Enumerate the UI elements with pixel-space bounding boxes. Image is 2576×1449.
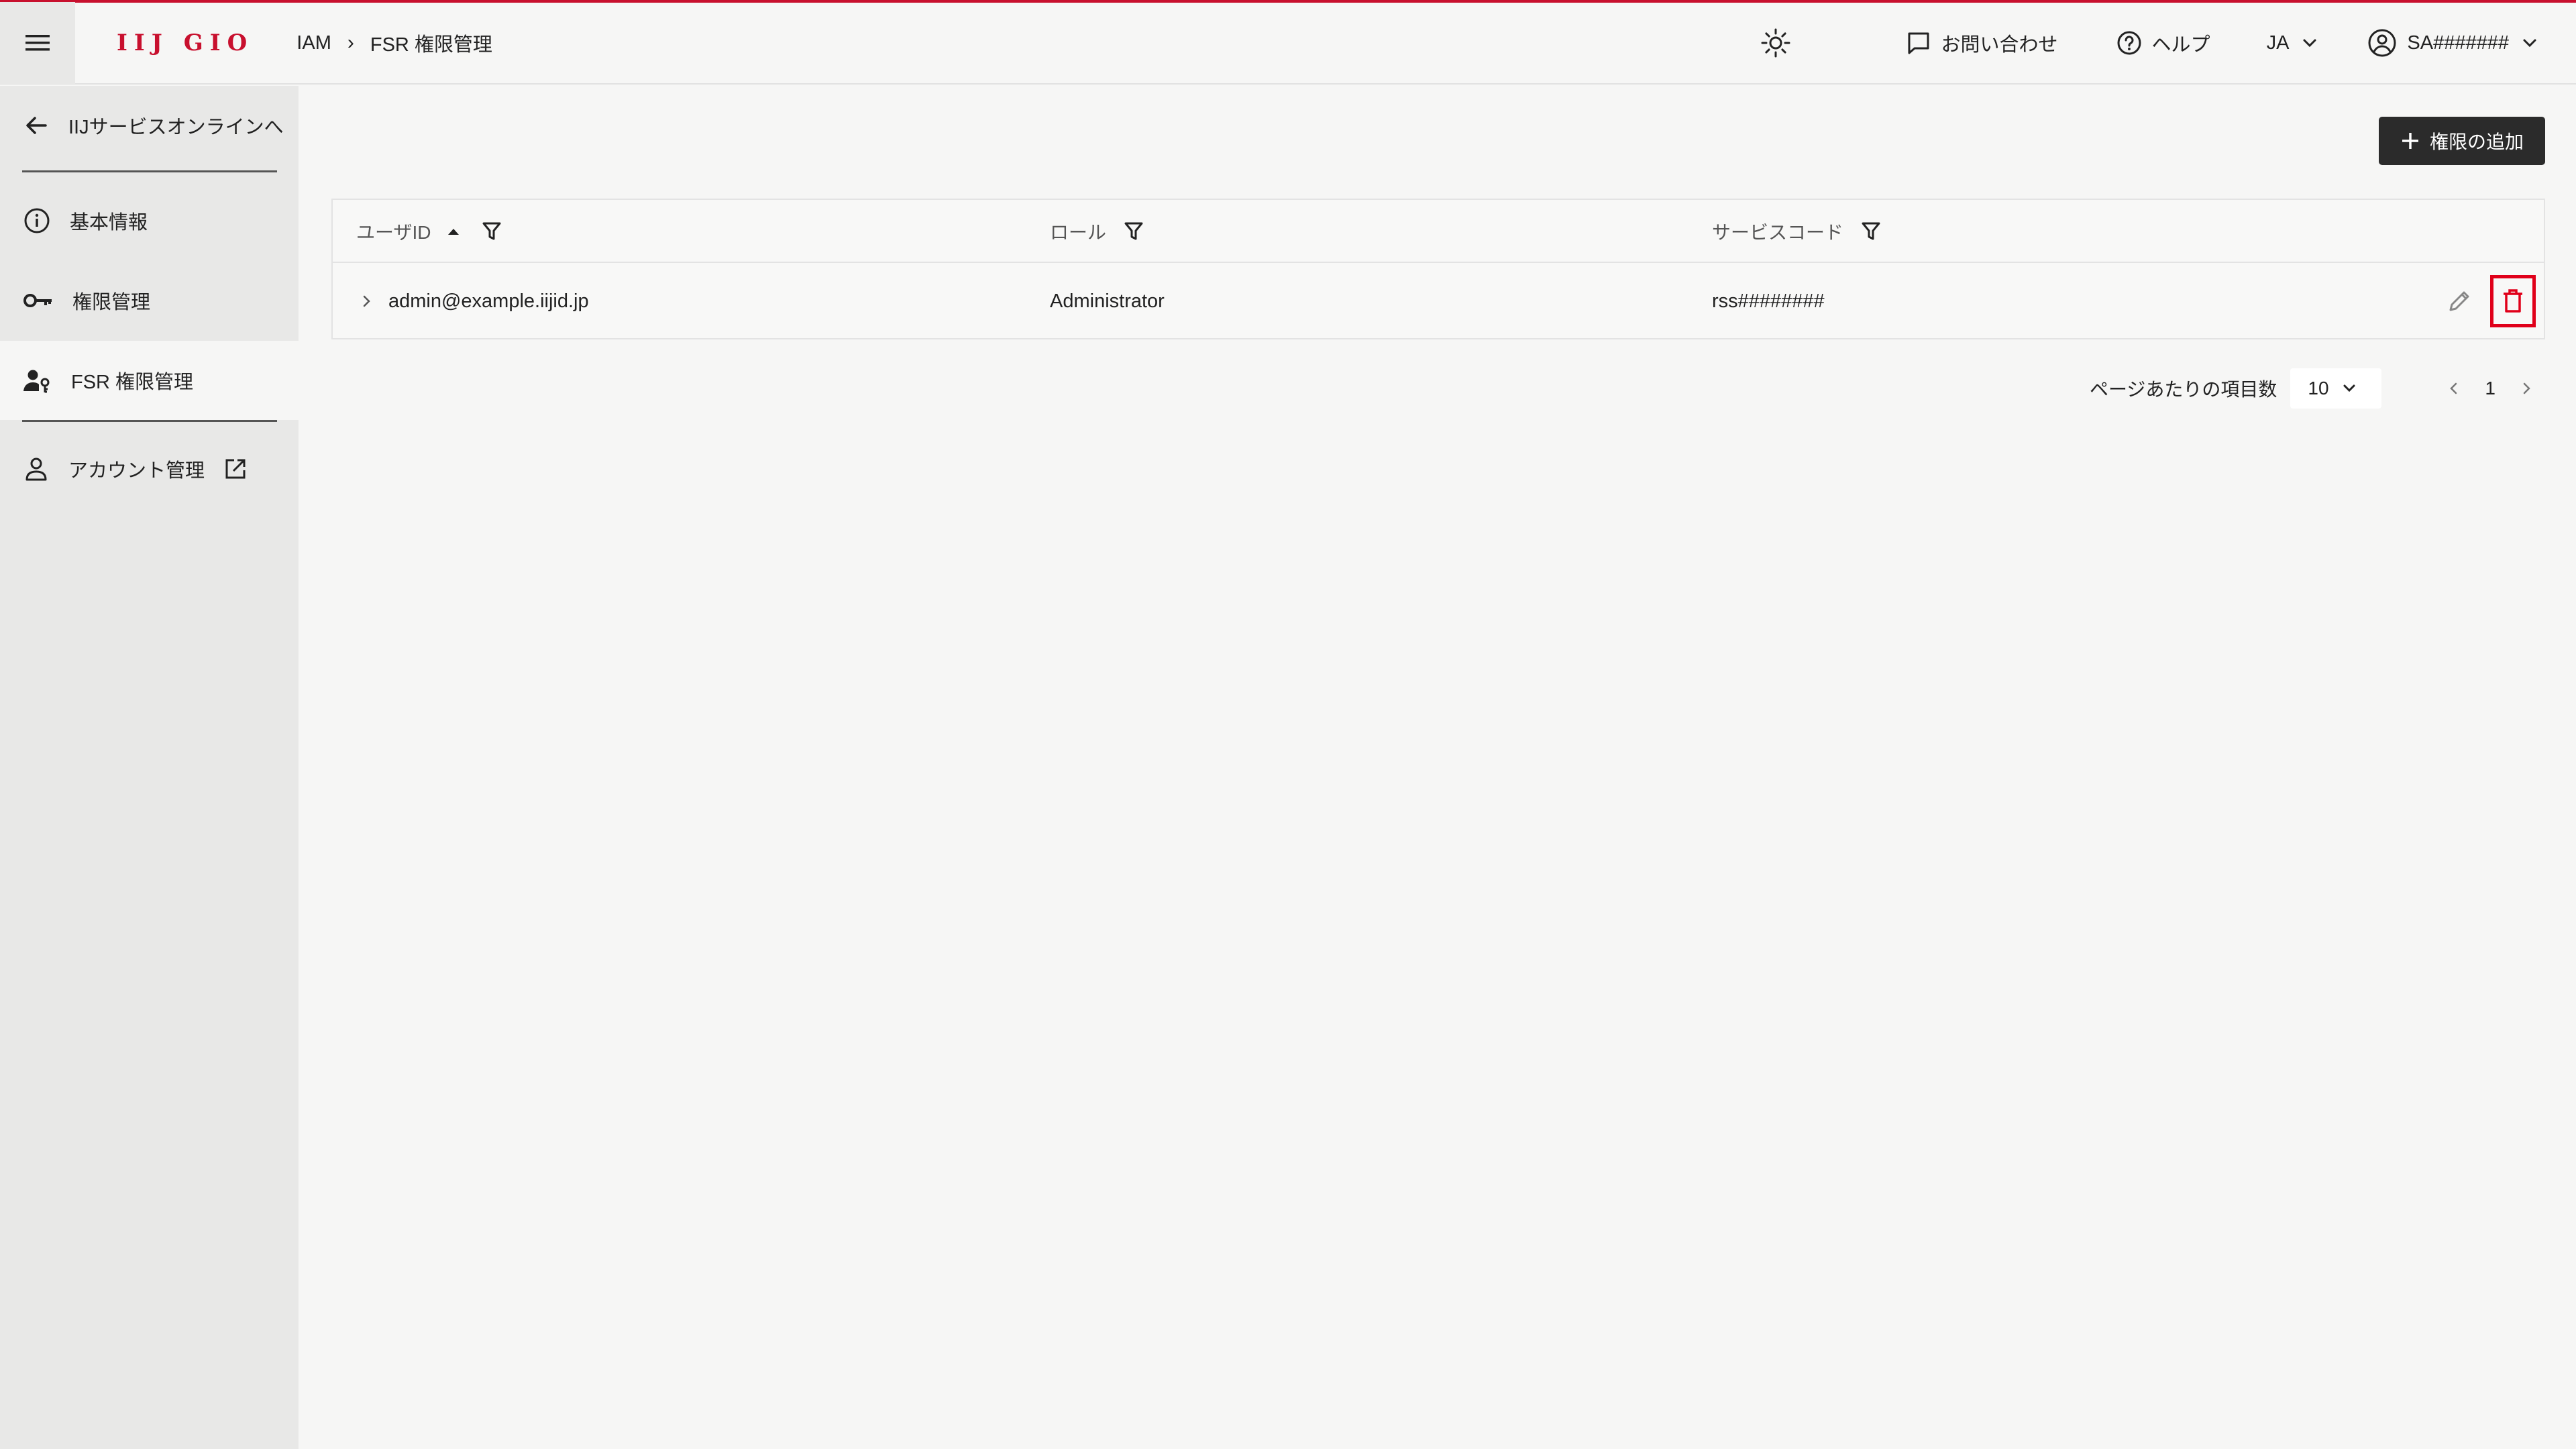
filter-icon[interactable] [1124, 221, 1144, 242]
pagination: ページあたりの項目数 10 1 [299, 366, 2545, 411]
help-icon [2117, 31, 2141, 55]
sidebar-item-label: 権限管理 [72, 292, 151, 313]
sidebar-item-basic-info[interactable]: 基本情報 [0, 181, 299, 260]
next-page-button[interactable] [2508, 370, 2545, 407]
column-role[interactable]: ロール [1050, 200, 1144, 263]
breadcrumb-iam[interactable]: IAM [297, 32, 331, 54]
menu-button[interactable] [0, 2, 75, 84]
hamburger-icon [25, 35, 50, 51]
chevron-down-icon [2303, 39, 2316, 48]
chevron-down-icon [2523, 39, 2536, 48]
service-code-value: rss######## [1712, 290, 1825, 312]
iij-gio-logo[interactable]: IIJ GIO [117, 30, 254, 56]
trash-icon [2504, 289, 2522, 313]
sidebar: IIJサービスオンラインへ 基本情報 権限管理 FSR 権限管理 アカウント管理 [0, 86, 299, 1449]
key-icon [23, 294, 52, 307]
main-content: 権限の追加 ユーザID ロール サービスコード admin@example.ii… [299, 86, 2576, 1449]
sidebar-back-label: IIJサービスオンラインへ [68, 117, 284, 138]
cell-role: Administrator [1050, 263, 1165, 339]
breadcrumb-current: FSR 権限管理 [370, 34, 492, 56]
language-select[interactable]: JA [2267, 32, 2319, 54]
column-service-code[interactable]: サービスコード [1712, 200, 1881, 263]
person-icon [25, 458, 47, 481]
breadcrumb: IAM › FSR 権限管理 [297, 29, 492, 57]
role-value: Administrator [1050, 290, 1165, 312]
contact-label: お問い合わせ [1941, 34, 2058, 56]
user-id-value: admin@example.iijid.jp [388, 290, 589, 312]
delete-button[interactable] [2490, 275, 2536, 327]
sort-asc-icon[interactable] [445, 225, 462, 238]
add-permission-button[interactable]: 権限の追加 [2379, 117, 2545, 165]
sun-icon [1761, 28, 1790, 58]
top-header: IIJ GIO IAM › FSR 権限管理 お問い合わせ ヘルプ JA SA#… [0, 2, 2576, 85]
column-header-label: ユーザID [356, 222, 431, 243]
theme-toggle-button[interactable] [1760, 28, 1801, 58]
filter-icon[interactable] [1861, 221, 1881, 242]
contact-button[interactable]: お問い合わせ [1905, 29, 2058, 57]
column-user-id[interactable]: ユーザID [356, 200, 502, 263]
edit-button[interactable] [2436, 275, 2482, 327]
row-actions [2436, 263, 2536, 339]
sidebar-item-label: 基本情報 [70, 212, 148, 233]
help-label: ヘルプ [2151, 34, 2210, 56]
per-page-select[interactable]: 10 [2290, 368, 2382, 409]
sidebar-item-label: FSR 権限管理 [71, 372, 194, 393]
info-icon [24, 208, 50, 233]
per-page-label: ページあたりの項目数 [2089, 379, 2277, 400]
user-key-icon [23, 370, 50, 393]
permissions-table: ユーザID ロール サービスコード admin@example.iijid.jp… [331, 199, 2545, 339]
cell-service-code: rss######## [1712, 263, 1825, 339]
chevron-left-icon [2450, 382, 2457, 394]
chevron-right-icon [2523, 382, 2530, 394]
user-name: SA####### [2407, 32, 2509, 54]
user-menu[interactable]: SA####### [2367, 28, 2538, 58]
sidebar-divider [22, 420, 277, 422]
add-permission-label: 権限の追加 [2429, 131, 2524, 152]
breadcrumb-separator: › [347, 32, 354, 54]
plus-icon [2402, 133, 2418, 149]
sidebar-item-fsr-permissions[interactable]: FSR 権限管理 [0, 341, 299, 420]
sidebar-item-label: アカウント管理 [68, 460, 205, 482]
sidebar-back-link[interactable]: IIJサービスオンラインへ [0, 86, 299, 165]
prev-page-button[interactable] [2435, 370, 2473, 407]
per-page-value: 10 [2308, 378, 2329, 398]
cell-user-id: admin@example.iijid.jp [356, 263, 589, 339]
table-header: ユーザID ロール サービスコード [333, 200, 2544, 263]
header-actions: お問い合わせ ヘルプ JA SA####### [1760, 3, 2576, 83]
external-link-icon [225, 459, 246, 479]
sidebar-divider [22, 170, 277, 172]
chat-icon [1908, 32, 1929, 54]
column-header-label: ロール [1050, 222, 1107, 243]
filter-icon[interactable] [482, 221, 502, 242]
sidebar-item-account[interactable]: アカウント管理 [0, 429, 299, 508]
current-page[interactable]: 1 [2485, 378, 2496, 399]
arrow-left-icon [26, 117, 47, 134]
help-button[interactable]: ヘルプ [2116, 29, 2210, 57]
sidebar-item-permissions[interactable]: 権限管理 [0, 261, 299, 340]
chevron-right-icon[interactable] [356, 291, 376, 311]
chevron-down-icon [2343, 384, 2355, 392]
column-header-label: サービスコード [1712, 222, 1844, 243]
language-label: JA [2266, 32, 2290, 54]
user-circle-icon [2368, 29, 2396, 57]
table-row[interactable]: admin@example.iijid.jp Administrator rss… [333, 263, 2544, 339]
pencil-icon [2449, 291, 2469, 311]
